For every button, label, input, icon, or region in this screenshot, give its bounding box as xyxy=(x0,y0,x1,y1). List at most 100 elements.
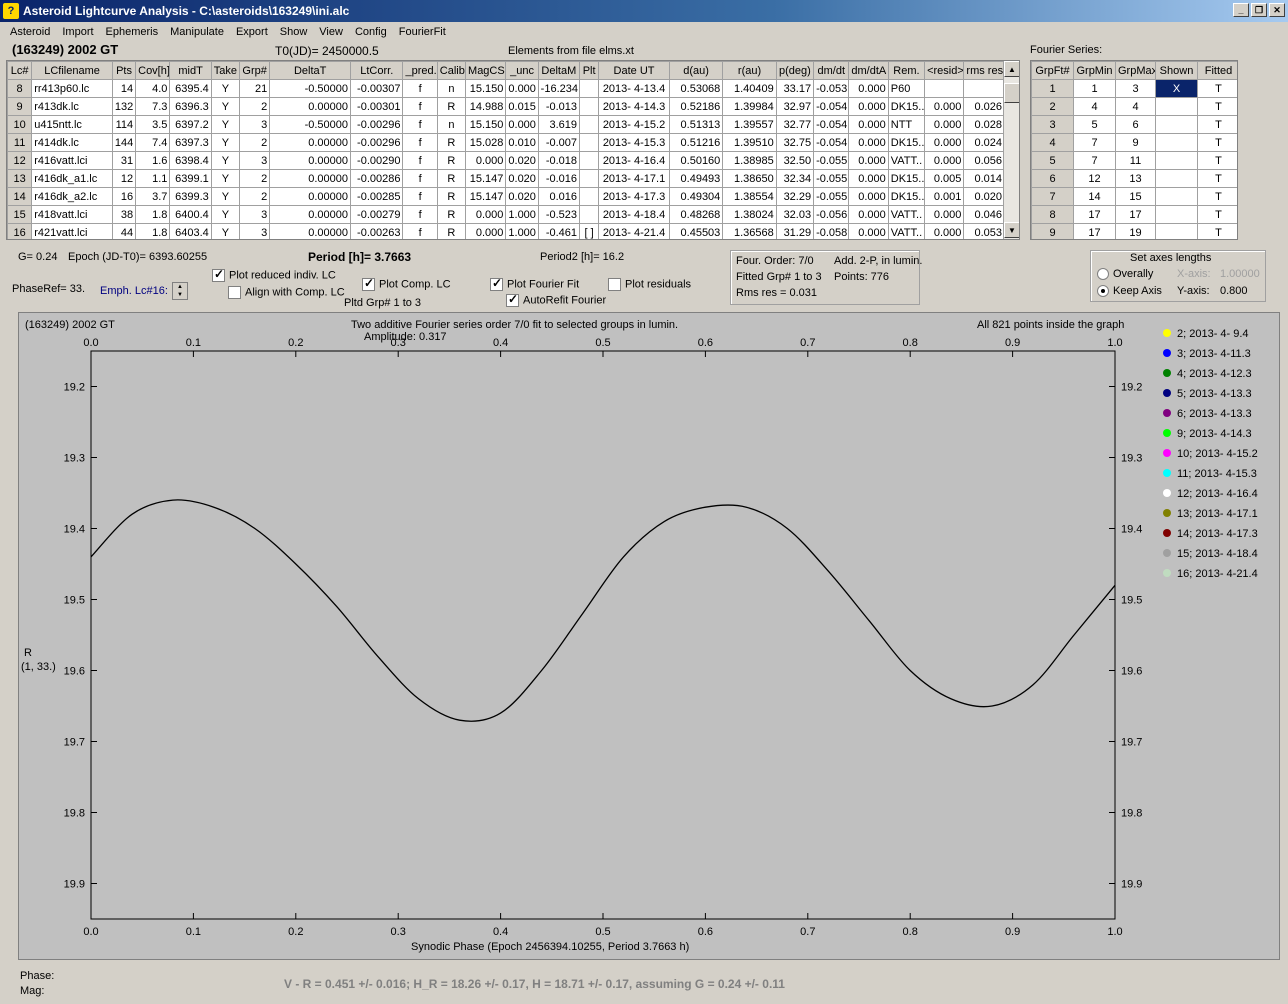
fourier-table-cell[interactable]: T xyxy=(1197,115,1237,134)
lc-table-cell[interactable]: 0.000 xyxy=(848,205,889,224)
lc-table-cell[interactable]: -0.018 xyxy=(537,151,581,170)
lc-table-cell[interactable]: 3 xyxy=(239,151,271,170)
lc-table-cell[interactable]: -0.055 xyxy=(813,151,850,170)
lc-col-header[interactable]: LCfilename xyxy=(31,61,113,80)
lc-table-cell[interactable]: r416dk_a2.lc xyxy=(31,187,113,206)
lightcurve-plot-area[interactable]: 0.0 0.0 0.1 0.1 0.2 0.2 0.3 0.3 0.4 0.4 0.5 0.5 0.6 0… xyxy=(18,312,1280,960)
fourier-table-cell[interactable] xyxy=(1155,151,1198,170)
lc-table-cell[interactable]: 0.49304 xyxy=(668,187,724,206)
lc-table-cell[interactable]: -0.054 xyxy=(813,115,850,134)
lc-table-cell[interactable]: 2013- 4-15.3 xyxy=(598,133,670,152)
fourier-table-cell[interactable]: 17 xyxy=(1073,223,1116,239)
lc-table-cell[interactable]: 0.000 xyxy=(924,223,965,239)
lc-table-cell[interactable]: -0.055 xyxy=(813,169,850,188)
lc-table-cell[interactable]: 1.38554 xyxy=(722,187,777,206)
lc-table-cell[interactable]: 0.026 xyxy=(963,97,1005,116)
lc-table-cell[interactable]: 3 xyxy=(239,223,271,239)
lc-col-header[interactable]: DeltaM xyxy=(537,61,581,80)
lc-table-cell[interactable]: rr413p60.lc xyxy=(31,79,113,98)
lc-col-header[interactable]: Plt xyxy=(579,61,600,80)
lc-table-cell[interactable]: -0.50000 xyxy=(269,115,352,134)
scroll-down-icon[interactable]: ▼ xyxy=(1004,222,1019,238)
lc-table-cell[interactable]: 0.51216 xyxy=(668,133,724,152)
lc-table-row[interactable]: 14 r416dk_a2.lc 16 3.7 6399.3 Y 2 0.00000 -0.002… xyxy=(7,187,1005,206)
fourier-table-cell[interactable]: 13 xyxy=(1115,169,1156,188)
lc-table-cell[interactable]: Y xyxy=(210,223,241,239)
lc-table-cell[interactable]: Y xyxy=(210,97,241,116)
menu-manipulate[interactable]: Manipulate xyxy=(164,26,230,38)
lc-table-cell[interactable]: 0.000 xyxy=(848,223,889,239)
lc-table-cell[interactable]: 11 xyxy=(7,133,33,152)
lc-table-cell[interactable]: 1.8 xyxy=(135,205,171,224)
lc-table-cell[interactable]: 1.39557 xyxy=(722,115,777,134)
fourier-table-row[interactable]: 7 14 15 T xyxy=(1031,187,1237,206)
lc-table-cell[interactable]: 0.00000 xyxy=(269,133,352,152)
lc-table-cell[interactable]: 1.000 xyxy=(505,205,539,224)
overally-radio[interactable]: Overally xyxy=(1097,268,1153,281)
lc-table-cell[interactable] xyxy=(579,133,600,152)
lc-table-cell[interactable]: 1.38985 xyxy=(722,151,777,170)
lc-table-cell[interactable]: 3.5 xyxy=(135,115,171,134)
lc-table-cell[interactable]: 0.000 xyxy=(465,223,507,239)
lc-table-cell[interactable]: 15 xyxy=(7,205,33,224)
lc-table-cell[interactable]: 0.020 xyxy=(505,151,539,170)
lc-table-cell[interactable]: 6400.4 xyxy=(169,205,212,224)
lc-table-cell[interactable]: 0.000 xyxy=(848,133,889,152)
plot-reduced-checkbox[interactable]: Plot reduced indiv. LC xyxy=(212,267,336,282)
lc-col-header[interactable]: Pts xyxy=(111,61,137,80)
lc-table-cell[interactable]: 1.39510 xyxy=(722,133,777,152)
lc-table-cell[interactable]: 0.000 xyxy=(924,97,965,116)
lc-table-cell[interactable]: 2013- 4-17.1 xyxy=(598,169,670,188)
lc-table-cell[interactable]: 6397.3 xyxy=(169,133,212,152)
lc-table-cell[interactable]: 2 xyxy=(239,187,271,206)
lc-table-cell[interactable]: 2013- 4-16.4 xyxy=(598,151,670,170)
lc-table-cell[interactable]: DK15.. xyxy=(887,133,926,152)
lc-table-cell[interactable]: r413dk.lc xyxy=(31,97,113,116)
lc-col-header[interactable]: r(au) xyxy=(722,61,777,80)
fourier-table-cell[interactable]: 3 xyxy=(1115,79,1156,98)
lc-table-cell[interactable]: 7.4 xyxy=(135,133,171,152)
lc-table-cell[interactable]: f xyxy=(402,169,438,188)
lc-table-cell[interactable]: 9 xyxy=(7,97,33,116)
lc-table-cell[interactable] xyxy=(579,79,600,98)
lc-table-cell[interactable]: 16 xyxy=(7,223,33,239)
lc-table-cell[interactable] xyxy=(579,187,600,206)
lc-table-cell[interactable]: Y xyxy=(210,205,241,224)
lc-col-header[interactable]: dm/dt xyxy=(813,61,850,80)
lc-table-cell[interactable]: R xyxy=(436,97,467,116)
plot-fourier-checkbox[interactable]: Plot Fourier Fit xyxy=(490,276,579,291)
lc-table-cell[interactable]: 0.000 xyxy=(924,133,965,152)
fourier-table-cell[interactable]: 5 xyxy=(1073,115,1116,134)
lc-table-cell[interactable]: 0.00000 xyxy=(269,187,352,206)
lc-col-header[interactable]: Lc# xyxy=(7,61,33,80)
lc-table-cell[interactable]: -0.058 xyxy=(813,223,850,239)
lc-table-cell[interactable]: 13 xyxy=(7,169,33,188)
lc-col-header[interactable]: dm/dtA xyxy=(848,61,889,80)
lc-table-cell[interactable]: 3 xyxy=(239,115,271,134)
lc-table-cell[interactable] xyxy=(579,97,600,116)
fourier-col-header[interactable]: GrpMax xyxy=(1115,61,1156,80)
lc-table-cell[interactable]: 0.000 xyxy=(924,151,965,170)
fourier-table-cell[interactable]: T xyxy=(1197,133,1237,152)
lc-table-cell[interactable]: 0.015 xyxy=(505,97,539,116)
minimize-button[interactable]: _ xyxy=(1233,3,1249,17)
lc-table-cell[interactable]: 0.020 xyxy=(505,187,539,206)
lc-col-header[interactable]: _unc xyxy=(505,61,539,80)
lc-table-cell[interactable]: -0.054 xyxy=(813,97,850,116)
lc-table-cell[interactable]: 0.016 xyxy=(537,187,581,206)
lc-table-cell[interactable]: -0.00285 xyxy=(350,187,404,206)
menu-fourierfit[interactable]: FourierFit xyxy=(393,26,452,38)
lc-col-header[interactable]: LtCorr. xyxy=(350,61,404,80)
lc-table-cell[interactable]: r421vatt.lci xyxy=(31,223,113,239)
lc-table-cell[interactable]: R xyxy=(436,187,467,206)
lc-table-cell[interactable]: 15.150 xyxy=(465,115,507,134)
yaxis-value[interactable]: 0.800 xyxy=(1220,285,1248,297)
lc-table-cell[interactable] xyxy=(963,79,1005,98)
fourier-table-cell[interactable]: 2 xyxy=(1031,97,1074,116)
lc-table-cell[interactable]: -0.00296 xyxy=(350,133,404,152)
lc-table-cell[interactable]: r414dk.lc xyxy=(31,133,113,152)
lc-table-cell[interactable]: r418vatt.lci xyxy=(31,205,113,224)
lc-table-cell[interactable]: 0.046 xyxy=(963,205,1005,224)
lc-table-cell[interactable]: 0.00000 xyxy=(269,97,352,116)
fourier-table-cell[interactable]: 1 xyxy=(1031,79,1074,98)
